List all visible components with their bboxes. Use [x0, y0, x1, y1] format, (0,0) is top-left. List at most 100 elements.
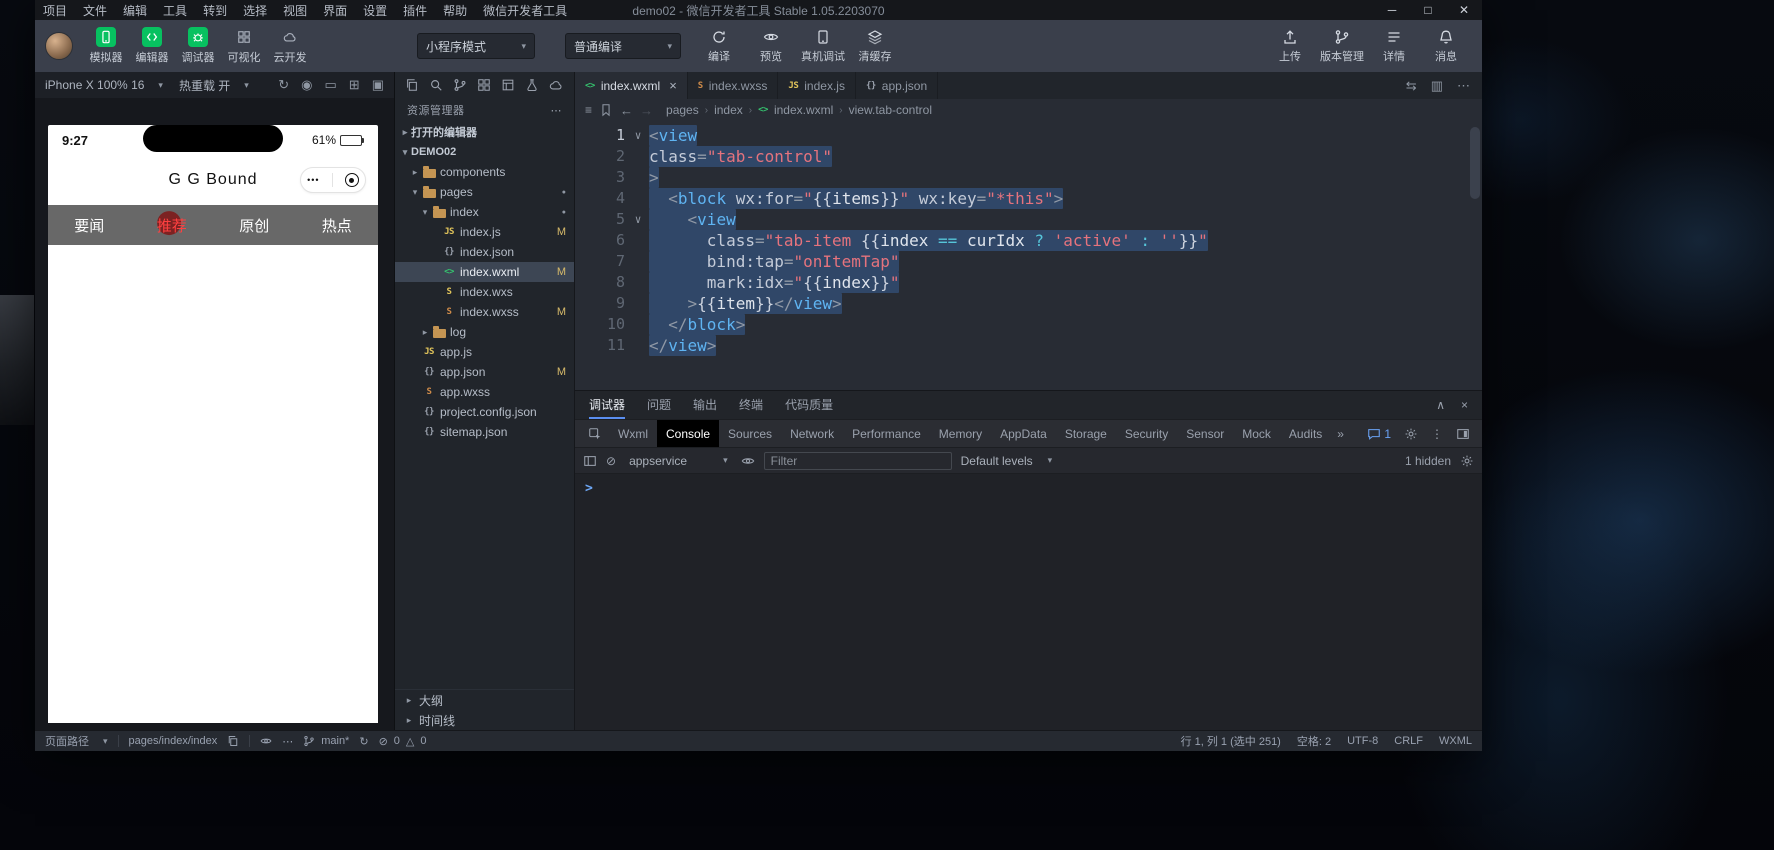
tree-file-app.json[interactable]: {} app.json M — [395, 362, 574, 382]
devtools-tab-Audits[interactable]: Audits — [1280, 420, 1331, 447]
tree-folder-log[interactable]: ▸ log — [395, 322, 574, 342]
devtools-tab-Performance[interactable]: Performance — [843, 420, 930, 447]
forward-arrow-icon[interactable]: → — [640, 103, 653, 118]
page-path-value[interactable]: pages/index/index — [129, 735, 218, 747]
clear-cache-button[interactable]: 清缓存 — [849, 28, 901, 64]
menu-item-视图[interactable]: 视图 — [275, 0, 315, 20]
editor-toggle-button[interactable]: 编辑器 — [129, 27, 175, 65]
collapse-panel-icon[interactable]: ∧ — [1436, 398, 1445, 412]
eye-icon[interactable] — [741, 454, 755, 468]
source-control-icon[interactable] — [453, 78, 467, 92]
tabs-overflow-icon[interactable]: » — [1331, 427, 1350, 441]
log-levels-select[interactable]: Default levels ▾ — [961, 454, 1053, 468]
minimize-button[interactable]: ─ — [1374, 0, 1410, 20]
indent-setting[interactable]: 空格: 2 — [1297, 733, 1331, 749]
context-select[interactable]: appservice ▾ — [625, 453, 732, 469]
details-button[interactable]: 详情 — [1368, 28, 1420, 64]
messages-badge[interactable]: 1 — [1367, 427, 1391, 441]
breadcrumb-item[interactable]: index.wxml — [774, 103, 833, 117]
simulator-toggle-button[interactable]: 模拟器 — [83, 27, 129, 65]
menu-item-插件[interactable]: 插件 — [395, 0, 435, 20]
chevron-down-icon[interactable]: ▾ — [409, 187, 421, 198]
back-arrow-icon[interactable]: ← — [620, 103, 633, 118]
record-icon[interactable]: ◉ — [301, 77, 312, 93]
panel-tab-输出[interactable]: 输出 — [693, 391, 717, 419]
devtools-tab-Network[interactable]: Network — [781, 420, 843, 447]
chevron-right-icon[interactable]: ▸ — [409, 167, 421, 178]
language-mode[interactable]: WXML — [1439, 733, 1472, 749]
package-icon[interactable] — [501, 78, 515, 92]
editor-scrollbar[interactable] — [1470, 127, 1480, 199]
menu-item-界面[interactable]: 界面 — [315, 0, 355, 20]
more-icon[interactable]: ⋯ — [551, 104, 563, 117]
split-editor-icon[interactable]: ▥ — [1431, 78, 1443, 94]
console-prompt[interactable]: > — [575, 474, 1482, 496]
mode-select[interactable]: 小程序模式 ▾ — [417, 33, 535, 59]
visualization-toggle-button[interactable]: 可视化 — [221, 27, 267, 65]
code-line-8[interactable]: 8 mark:idx="{{index}}" — [575, 272, 1482, 293]
code-line-4[interactable]: 4 <block wx:for="{{items}}" wx:key="*thi… — [575, 188, 1482, 209]
panel-tab-问题[interactable]: 问题 — [647, 391, 671, 419]
phone-tab-推荐[interactable]: 推荐 — [131, 205, 214, 245]
timeline-section[interactable]: ▸ 时间线 — [395, 710, 574, 730]
editor-tab-index.wxss[interactable]: Sindex.wxss — [688, 72, 779, 99]
sync-icon[interactable]: ↻ — [359, 735, 368, 748]
cursor-position[interactable]: 行 1, 列 1 (选中 251) — [1181, 733, 1281, 749]
editor-tab-index.wxml[interactable]: <> index.wxml × — [575, 72, 688, 99]
phone-tab-要闻[interactable]: 要闻 — [48, 205, 131, 245]
tree-file-index.js[interactable]: JS index.js M — [395, 222, 574, 242]
devtools-tab-Wxml[interactable]: Wxml — [609, 420, 657, 447]
kebab-menu-icon[interactable]: ⋮ — [1431, 427, 1443, 441]
tree-file-sitemap.json[interactable]: {} sitemap.json — [395, 422, 574, 442]
capsule-menu-icon[interactable]: ••• — [307, 175, 319, 185]
devtools-tab-AppData[interactable]: AppData — [991, 420, 1056, 447]
encoding-setting[interactable]: UTF-8 — [1347, 733, 1378, 749]
code-line-10[interactable]: 10 </block> — [575, 314, 1482, 335]
tree-file-app.wxss[interactable]: Sapp.wxss — [395, 382, 574, 402]
dock-side-icon[interactable] — [1456, 427, 1470, 441]
layout-icon[interactable] — [477, 78, 491, 92]
console-settings-gear-icon[interactable] — [1460, 454, 1474, 468]
menu-item-文件[interactable]: 文件 — [75, 0, 115, 20]
maximize-button[interactable]: □ — [1410, 0, 1446, 20]
editor-tab-index.js[interactable]: JS index.js — [778, 72, 856, 99]
fold-marker[interactable]: ∨ — [627, 125, 649, 146]
device-select[interactable]: iPhone X 100% 16 ▾ — [45, 78, 163, 92]
cloud-icon[interactable] — [549, 78, 563, 92]
code-line-6[interactable]: 6 class="tab-item {{index == curIdx ? 'a… — [575, 230, 1482, 251]
devtools-tab-Sensor[interactable]: Sensor — [1177, 420, 1233, 447]
rotate-icon[interactable]: ↻ — [278, 77, 289, 93]
tree-folder-index[interactable]: ▾ index ● — [395, 202, 574, 222]
copy-path-icon[interactable] — [227, 735, 239, 747]
tree-file-index.json[interactable]: {} index.json — [395, 242, 574, 262]
messages-button[interactable]: 消息 — [1420, 28, 1472, 64]
search-icon[interactable] — [429, 78, 443, 92]
menu-item-选择[interactable]: 选择 — [235, 0, 275, 20]
chevron-right-icon[interactable]: ▸ — [399, 127, 411, 138]
code-line-7[interactable]: 7 bind:tap="onItemTap" — [575, 251, 1482, 272]
devtools-tab-Memory[interactable]: Memory — [930, 420, 991, 447]
phone-tab-原创[interactable]: 原创 — [213, 205, 296, 245]
tree-folder-打开的编辑器[interactable]: ▸ 打开的编辑器 — [395, 122, 574, 142]
git-branch-indicator[interactable]: main* — [303, 735, 349, 747]
menu-item-设置[interactable]: 设置 — [355, 0, 395, 20]
tree-folder-DEMO02[interactable]: ▾ DEMO02 — [395, 142, 574, 162]
more-icon[interactable]: ⋯ — [282, 735, 293, 748]
breadcrumb-item[interactable]: view.tab-control — [849, 103, 932, 117]
close-panel-icon[interactable]: × — [1461, 398, 1468, 412]
sync-icon[interactable]: ⇆ — [1406, 78, 1417, 94]
tree-folder-pages[interactable]: ▾ pages ● — [395, 182, 574, 202]
bookmark-icon[interactable] — [599, 103, 613, 117]
screenshot-icon[interactable]: ⊞ — [349, 77, 360, 93]
code-line-9[interactable]: 9 >{{item}}</view> — [575, 293, 1482, 314]
close-tab-icon[interactable]: × — [669, 78, 677, 93]
eye-icon[interactable] — [260, 735, 272, 747]
debugger-toggle-button[interactable]: 调试器 — [175, 27, 221, 65]
problems-indicator[interactable]: ⊘ 0 △ 0 — [379, 735, 427, 748]
devtools-tab-Sources[interactable]: Sources — [719, 420, 781, 447]
cloud-toggle-button[interactable]: 云开发 — [267, 27, 313, 65]
devtools-tab-Storage[interactable]: Storage — [1056, 420, 1116, 447]
menu-item-帮助[interactable]: 帮助 — [435, 0, 475, 20]
test-icon[interactable] — [525, 78, 539, 92]
devtools-tab-Mock[interactable]: Mock — [1233, 420, 1280, 447]
